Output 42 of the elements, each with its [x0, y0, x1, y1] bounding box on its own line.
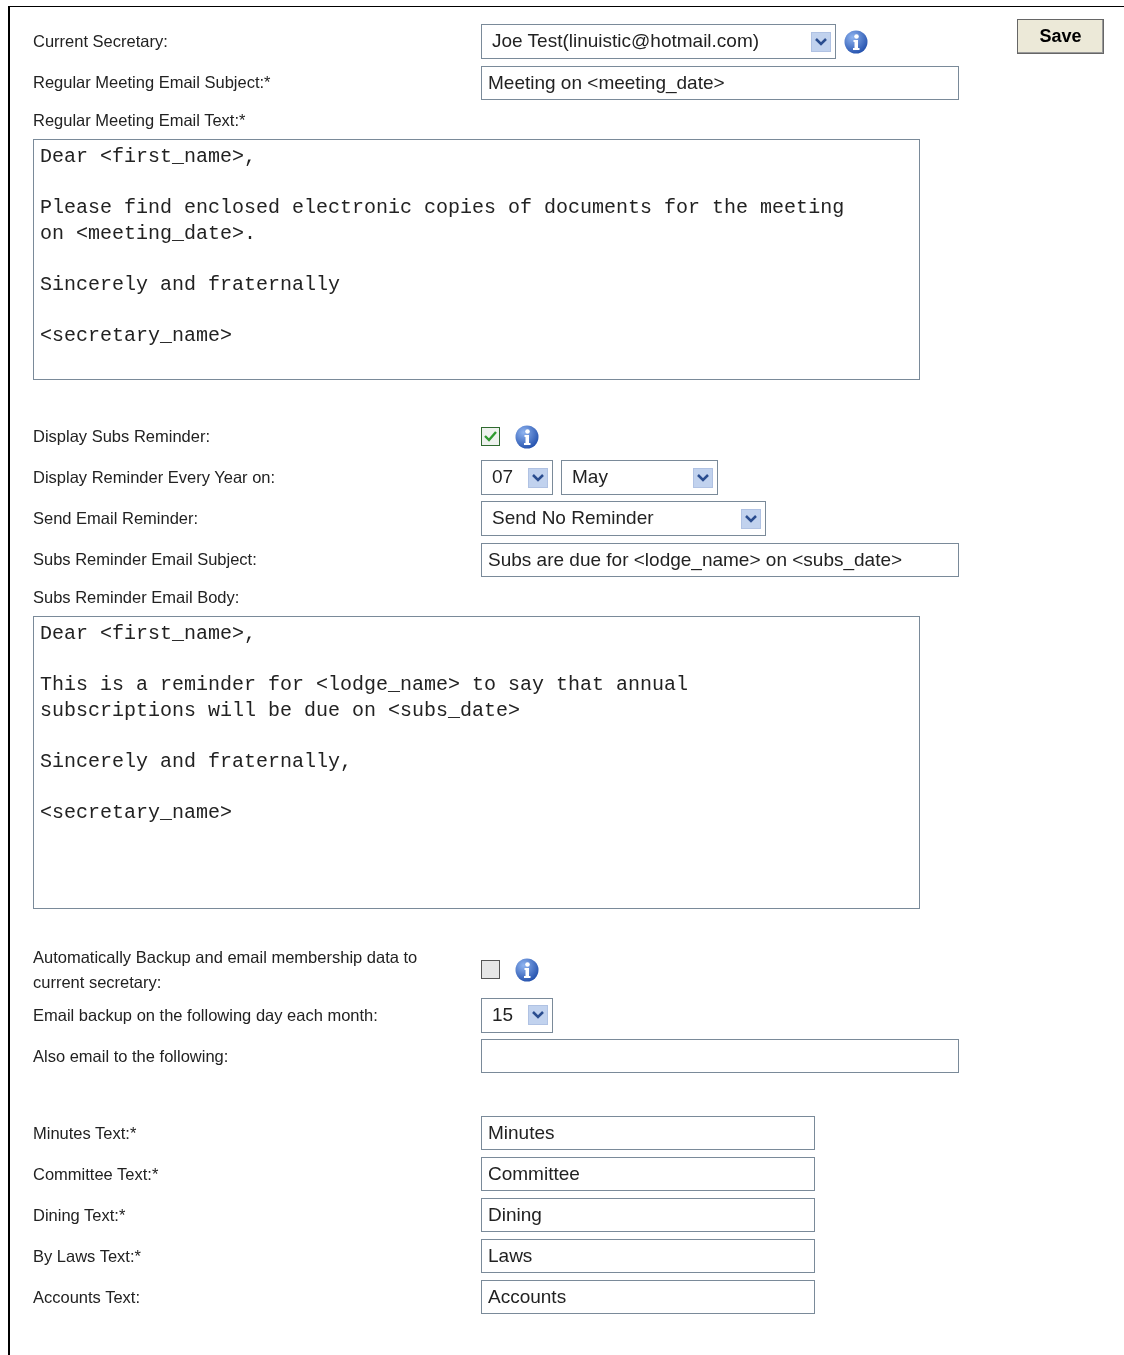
field-label: Subs Reminder Email Body: [33, 586, 241, 608]
dropdown[interactable]: Joe Test(linuistic@hotmail.com) [481, 24, 836, 59]
text-area[interactable]: Dear <first_name>, This is a reminder for <lodge_name> to say that annual subscriptions will be due on <subs_date> Sincerely and fraternally, <secretary_name> [33, 616, 920, 909]
info-icon[interactable] [515, 424, 539, 449]
dropdown[interactable]: Send No Reminder [481, 501, 766, 536]
dropdown[interactable]: May [561, 460, 718, 495]
field-label: Minutes Text:* [33, 1122, 138, 1144]
text-field[interactable]: Dining [481, 1198, 815, 1232]
info-icon[interactable] [515, 957, 539, 982]
text-field[interactable]: Accounts [481, 1280, 815, 1314]
save-button[interactable]: Save [1017, 19, 1104, 54]
field-label: Committee Text:* [33, 1163, 160, 1185]
text-field[interactable] [481, 1039, 959, 1073]
field-label: Regular Meeting Email Subject:* [33, 72, 272, 94]
field-label: Automatically Backup and email membership data to current secretary: [33, 947, 419, 993]
caret-icon [811, 31, 831, 52]
info-icon[interactable] [844, 29, 868, 54]
text-field[interactable]: Minutes [481, 1116, 815, 1150]
checkbox[interactable] [481, 960, 500, 980]
field-label: Send Email Reminder: [33, 508, 200, 530]
field-label: Display Subs Reminder: [33, 426, 211, 448]
field-label: Subs Reminder Email Subject: [33, 549, 258, 571]
field-label: Dining Text:* [33, 1204, 127, 1226]
field-label: Also email to the following: [33, 1045, 230, 1067]
field-label: By Laws Text:* [33, 1245, 142, 1267]
field-label: Regular Meeting Email Text:* [33, 109, 247, 131]
dropdown[interactable]: 15 [481, 997, 553, 1033]
field-label: Email backup on the following day each month: [33, 1004, 379, 1026]
text-area[interactable]: Dear <first_name>, Please find enclosed electronic copies of documents for the meeting on <meeting_date>. Sincerely and fraternally <secretary_name> [33, 139, 920, 380]
field-label: Accounts Text: [33, 1286, 141, 1308]
field-label: Current Secretary: [33, 31, 169, 53]
checkbox[interactable] [481, 427, 500, 446]
text-field[interactable]: Committee [481, 1157, 815, 1191]
dropdown[interactable]: 07 [481, 460, 553, 495]
caret-icon [528, 1005, 548, 1025]
text-field[interactable]: Meeting on <meeting_date> [481, 65, 959, 100]
field-label: Display Reminder Every Year on: [33, 467, 277, 489]
caret-icon [528, 467, 548, 488]
caret-icon [693, 467, 713, 488]
text-field[interactable]: Laws [481, 1239, 815, 1273]
text-field[interactable]: Subs are due for <lodge_name> on <subs_date> [481, 542, 959, 577]
caret-icon [741, 508, 761, 529]
